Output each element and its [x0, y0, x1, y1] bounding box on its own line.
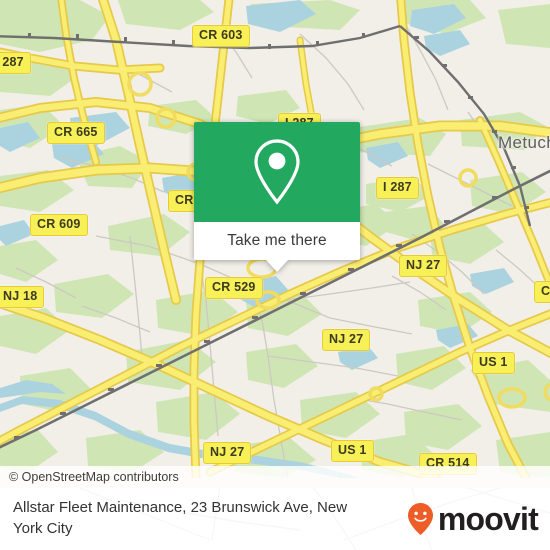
- place-label-metuchen: Metuchen: [498, 133, 550, 152]
- popup-tail-pointer: [266, 260, 288, 272]
- map-canvas[interactable]: Metuchen CR 603 I 287 CR 665 I 287 I 287…: [0, 0, 550, 478]
- footer-bar: Allstar Fleet Maintenance, 23 Brunswick …: [0, 488, 550, 550]
- road-shield-nj-27-s[interactable]: NJ 27: [203, 442, 252, 464]
- road-shield-c-partial[interactable]: C: [534, 281, 550, 303]
- road-shield-nj-18[interactable]: NJ 18: [0, 286, 45, 308]
- road-shield-us-1-s[interactable]: US 1: [331, 440, 374, 462]
- road-shield-nj-27-ne[interactable]: NJ 27: [399, 255, 448, 277]
- road-shield-i-287-e[interactable]: I 287: [376, 177, 419, 199]
- moovit-pin-icon: [407, 503, 433, 535]
- road-shield-cr-529[interactable]: CR 529: [205, 277, 263, 299]
- footer-content: Allstar Fleet Maintenance, 23 Brunswick …: [0, 488, 550, 550]
- road-shield-nj-27-mid[interactable]: NJ 27: [322, 329, 371, 351]
- location-title: Allstar Fleet Maintenance, 23 Brunswick …: [13, 499, 348, 537]
- map-pin-icon: [254, 139, 300, 205]
- road-shield-cr-609[interactable]: CR 609: [30, 214, 88, 236]
- take-me-there-label: Take me there: [227, 232, 327, 249]
- moovit-wordmark: moovit: [437, 501, 539, 537]
- destination-popup-card[interactable]: Take me there: [194, 122, 360, 272]
- road-shield-us-1-e[interactable]: US 1: [472, 352, 515, 374]
- osm-attribution-bar: © OpenStreetMap contributors: [0, 466, 550, 488]
- popup-action-row[interactable]: Take me there: [194, 222, 360, 260]
- moovit-logo[interactable]: moovit: [407, 501, 539, 537]
- road-shield-cr-603[interactable]: CR 603: [192, 25, 250, 47]
- road-shield-i-287-w[interactable]: I 287: [0, 52, 31, 74]
- popup-header: [194, 122, 360, 222]
- map-screenshot: Metuchen CR 603 I 287 CR 665 I 287 I 287…: [0, 0, 550, 550]
- osm-attribution-text: © OpenStreetMap contributors: [9, 470, 179, 484]
- road-shield-cr-665[interactable]: CR 665: [47, 122, 105, 144]
